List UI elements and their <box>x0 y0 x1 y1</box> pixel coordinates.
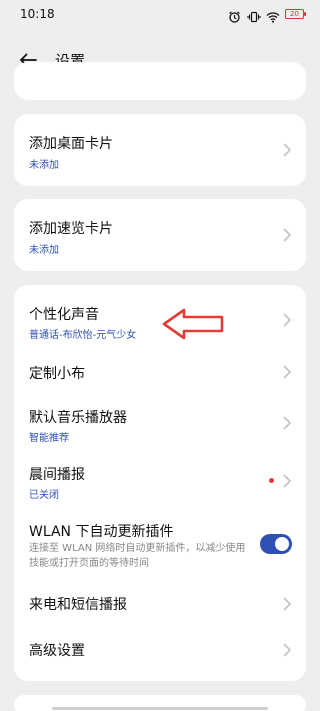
item-subtitle: 未添加 <box>29 160 59 171</box>
gesture-bar <box>52 707 268 710</box>
item-subtitle: 智能推荐 <box>29 433 69 444</box>
list-item-call-sms-broadcast[interactable]: 来电和短信播报 <box>14 581 306 627</box>
item-description: 连接至 WLAN 网络时自动更新插件，以减少使用技能或打开页面的等待时间 <box>29 543 246 569</box>
item-title: WLAN 下自动更新插件 <box>29 524 174 540</box>
item-title: 高级设置 <box>29 643 85 659</box>
list-item-add-desktop-card[interactable]: 添加桌面卡片 未添加 <box>14 114 306 186</box>
item-title: 默认音乐播放器 <box>29 410 127 426</box>
notification-dot <box>269 478 274 483</box>
item-title: 晨间播报 <box>29 467 85 483</box>
alarm-icon <box>228 8 241 23</box>
chevron-right-icon <box>282 643 292 657</box>
list-item-advanced-settings[interactable]: 高级设置 <box>14 627 306 673</box>
card-voice-settings: 个性化声音 普通话-布欣怡-元气少女 定制小布 默认音乐播放器 智能推荐 晨间播… <box>14 285 306 681</box>
card-quickview: 添加速览卡片 未添加 <box>14 199 306 271</box>
item-title: 个性化声音 <box>29 307 99 323</box>
list-item-customize-xiaobu[interactable]: 定制小布 <box>14 351 306 393</box>
list-item-wlan-auto-update: WLAN 下自动更新插件 连接至 WLAN 网络时自动更新插件，以减少使用技能或… <box>14 509 306 577</box>
item-title: 定制小布 <box>29 366 85 382</box>
list-item-add-quickview-card[interactable]: 添加速览卡片 未添加 <box>14 199 306 271</box>
toggle-knob <box>275 537 289 551</box>
item-title: 添加桌面卡片 <box>29 136 113 152</box>
status-icons: 20 <box>228 8 306 23</box>
item-title: 来电和短信播报 <box>29 597 127 613</box>
wlan-auto-update-toggle[interactable] <box>260 534 292 554</box>
card-desktop: 添加桌面卡片 未添加 <box>14 114 306 186</box>
chevron-right-icon <box>282 228 292 242</box>
chevron-right-icon <box>282 597 292 611</box>
battery-icon: 20 <box>285 9 306 19</box>
card-partial <box>14 62 306 100</box>
status-bar: 10:18 20 <box>0 0 320 30</box>
item-subtitle: 已关闭 <box>29 490 59 501</box>
vibrate-icon <box>247 8 261 23</box>
wifi-icon <box>266 8 280 23</box>
item-subtitle: 普通话-布欣怡-元气少女 <box>29 330 137 341</box>
chevron-right-icon <box>282 313 292 327</box>
red-arrow-icon <box>160 307 226 341</box>
list-item-default-music-player[interactable]: 默认音乐播放器 智能推荐 <box>14 393 306 451</box>
status-time: 10:18 <box>20 7 55 21</box>
chevron-right-icon <box>282 416 292 430</box>
list-item-morning-broadcast[interactable]: 晨间播报 已关闭 <box>14 451 306 509</box>
chevron-right-icon <box>282 143 292 157</box>
item-subtitle: 未添加 <box>29 245 59 256</box>
chevron-right-icon <box>282 474 292 488</box>
item-title: 添加速览卡片 <box>29 221 113 237</box>
chevron-right-icon <box>282 365 292 379</box>
